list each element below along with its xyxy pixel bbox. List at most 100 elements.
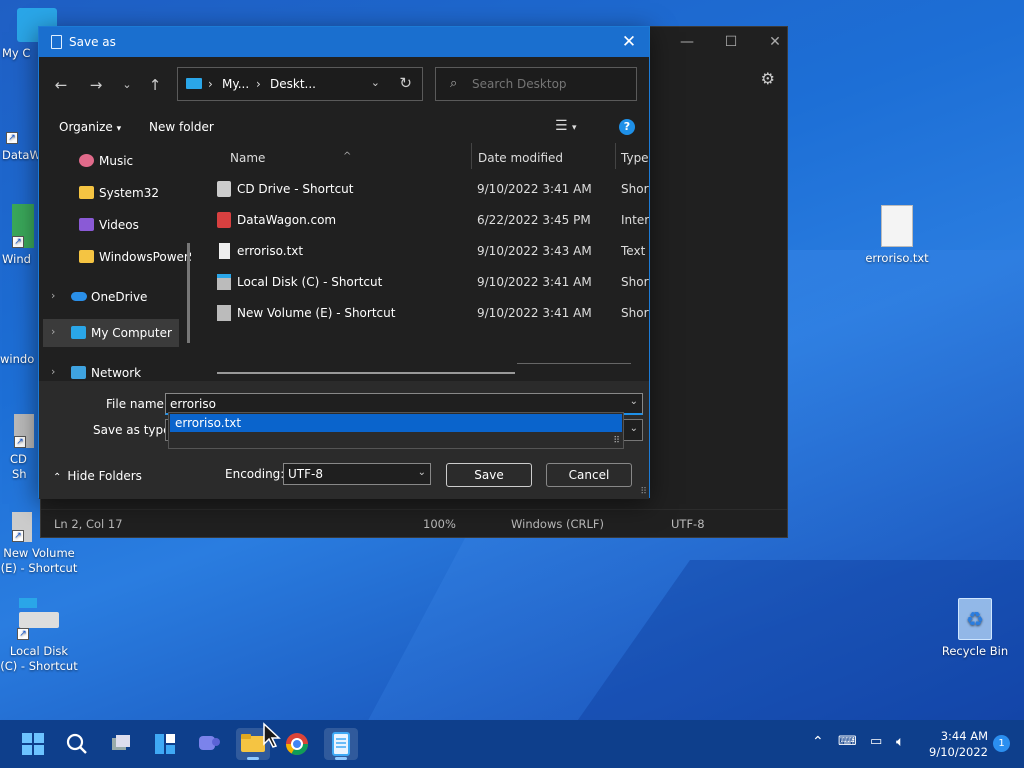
network-icon[interactable]: ▭ <box>870 734 882 749</box>
notepad-button[interactable] <box>324 728 358 760</box>
nav-item-music[interactable]: Music <box>39 147 189 175</box>
recycle-bin-icon: ♻ <box>958 598 992 640</box>
search-button[interactable] <box>60 728 94 760</box>
nav-item-network[interactable]: › Network <box>39 359 189 381</box>
view-options-icon[interactable]: ☰ ▾ <box>555 118 577 134</box>
breadcrumb-my-computer[interactable]: My... <box>222 77 249 91</box>
desktop-icon-local-disk[interactable]: ↗ Local Disk (C) - Shortcut <box>0 598 78 674</box>
scrollbar-track <box>517 363 631 364</box>
volume-icon[interactable]: 🔈︎ <box>896 734 904 750</box>
search-box[interactable]: ⌕ <box>435 67 637 101</box>
shortcut-arrow-icon: ↗ <box>17 628 29 640</box>
line-endings: Windows (CRLF) <box>511 517 605 531</box>
folder-icon <box>79 186 94 199</box>
up-button[interactable]: ↑ <box>143 73 167 97</box>
widgets-icon <box>155 734 175 754</box>
nav-item-my-computer[interactable]: › My Computer <box>43 319 179 347</box>
chevron-down-icon[interactable]: ⌄ <box>630 396 638 407</box>
keyboard-icon[interactable]: ⌨ <box>838 734 857 749</box>
text-file-icon <box>881 205 913 247</box>
encoding-label: Encoding: <box>225 467 285 481</box>
chevron-right-icon[interactable]: › <box>51 325 55 338</box>
resize-grip-icon[interactable]: ⠿ <box>613 436 620 446</box>
desktop-icon-label: erroriso.txt <box>865 251 929 265</box>
widgets-button[interactable] <box>148 728 182 760</box>
chevron-right-icon: › <box>256 77 261 91</box>
save-as-type-label: Save as type: <box>93 423 175 437</box>
shortcut-arrow-icon: ↗ <box>12 530 24 542</box>
close-button[interactable]: ✕ <box>753 31 797 53</box>
file-row[interactable]: Local Disk (C) - Shortcut 9/10/2022 3:41… <box>199 268 649 296</box>
chevron-down-icon: ⌄ <box>417 467 426 478</box>
organize-button[interactable]: Organize ▾ <box>59 120 121 134</box>
desktop-icon-recycle-bin[interactable]: ♻ Recycle Bin <box>936 598 1014 659</box>
computer-icon <box>71 326 86 339</box>
forward-button[interactable]: → <box>84 73 108 97</box>
clock-date: 9/10/2022 <box>929 745 988 759</box>
teams-chat-button[interactable] <box>192 728 226 760</box>
drive-icon: ↗ <box>12 512 32 542</box>
shortcut-arrow-icon: ↗ <box>6 132 18 144</box>
task-view-button[interactable] <box>104 728 138 760</box>
refresh-icon[interactable]: ↻ <box>399 74 412 92</box>
minimize-button[interactable]: — <box>665 31 709 53</box>
notepad-icon <box>51 35 62 49</box>
file-row[interactable]: New Volume (E) - Shortcut 9/10/2022 3:41… <box>199 299 649 327</box>
nav-item-system32[interactable]: System32 <box>39 179 189 207</box>
internet-shortcut-icon <box>217 212 231 228</box>
cancel-button[interactable]: Cancel <box>546 463 632 487</box>
chat-icon <box>199 736 220 750</box>
encoding-select[interactable]: UTF-8 ⌄ <box>283 463 431 485</box>
status-bar: Ln 2, Col 17 100% Windows (CRLF) UTF-8 <box>41 509 787 537</box>
nav-item-windowspowershell[interactable]: WindowsPowerShell <box>39 243 191 271</box>
horizontal-scrollbar[interactable] <box>217 372 515 374</box>
shortcut-arrow-icon: ↗ <box>14 436 26 448</box>
file-row[interactable]: erroriso.txt 9/10/2022 3:43 AM Text D <box>199 237 649 265</box>
save-button[interactable]: Save <box>446 463 532 487</box>
column-header-type[interactable]: Type <box>615 143 649 173</box>
search-icon <box>66 733 87 754</box>
resize-grip-icon[interactable]: ⠿ <box>640 487 647 497</box>
chevron-down-icon[interactable]: ⌄ <box>371 76 380 89</box>
file-row[interactable]: CD Drive - Shortcut 9/10/2022 3:41 AM Sh… <box>199 175 649 203</box>
task-view-icon <box>112 735 130 750</box>
file-row[interactable]: DataWagon.com 6/22/2022 3:45 PM Intern <box>199 206 649 234</box>
encoding-status: UTF-8 <box>671 517 705 531</box>
new-folder-button[interactable]: New folder <box>149 120 214 134</box>
notepad-icon <box>332 732 350 756</box>
breadcrumb-desktop[interactable]: Deskt... <box>270 77 316 91</box>
chevron-up-icon[interactable]: ⌃ <box>812 734 824 750</box>
gear-icon[interactable]: ⚙ <box>761 69 775 88</box>
file-name-input[interactable] <box>170 396 610 412</box>
music-icon <box>79 154 94 167</box>
scrollbar[interactable] <box>187 243 190 343</box>
hide-folders-button[interactable]: ⌃ Hide Folders <box>53 469 142 483</box>
shortcut-arrow-icon: ↗ <box>12 236 24 248</box>
chrome-button[interactable] <box>280 728 314 760</box>
nav-item-videos[interactable]: Videos <box>39 211 189 239</box>
chevron-right-icon: › <box>208 77 213 91</box>
navigation-bar: ← → ⌄ ↑ › My... › Deskt... ⌄ ↻ ⌕ <box>39 57 649 113</box>
chevron-right-icon[interactable]: › <box>51 289 55 302</box>
start-button[interactable] <box>16 728 50 760</box>
search-input[interactable] <box>472 74 632 94</box>
chevron-down-icon[interactable]: ⌄ <box>630 423 638 434</box>
maximize-button[interactable]: ☐ <box>709 31 753 53</box>
back-button[interactable]: ← <box>49 73 73 97</box>
autocomplete-option[interactable]: erroriso.txt <box>170 414 622 432</box>
recent-locations-button[interactable]: ⌄ <box>115 73 139 97</box>
address-bar[interactable]: › My... › Deskt... ⌄ ↻ <box>177 67 423 101</box>
column-header-date[interactable]: Date modified <box>471 143 615 173</box>
close-button[interactable]: ✕ <box>617 30 641 54</box>
notification-badge[interactable]: 1 <box>993 735 1010 752</box>
chevron-right-icon[interactable]: › <box>51 365 55 378</box>
chrome-icon <box>286 733 308 755</box>
column-header-name[interactable]: ^ Name <box>199 143 471 173</box>
help-icon[interactable]: ? <box>619 119 635 135</box>
file-list: ^ Name Date modified Type CD Drive - Sho… <box>199 143 649 381</box>
nav-item-onedrive[interactable]: › OneDrive <box>39 283 189 311</box>
network-icon <box>71 366 86 379</box>
clock[interactable]: 3:44 AM 9/10/2022 <box>929 728 988 760</box>
windows-logo-icon <box>22 733 44 755</box>
desktop-icon-erroriso[interactable]: erroriso.txt <box>858 205 936 266</box>
